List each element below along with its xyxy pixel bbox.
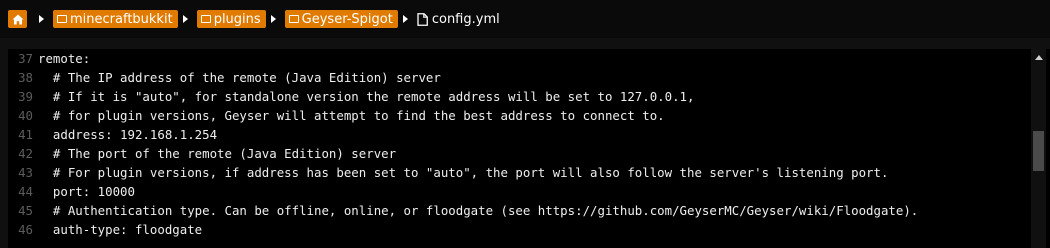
line-text[interactable]: address: 192.168.1.254 [38,127,217,142]
breadcrumb-label: plugins [213,11,261,27]
home-icon [12,14,24,25]
line-text[interactable]: # If it is "auto", for standalone versio… [38,89,695,104]
code-line: 45 # Authentication type. Can be offline… [8,201,918,220]
folder-icon [57,15,67,23]
breadcrumb-separator-icon [39,15,44,23]
breadcrumb-separator-icon [402,15,408,23]
line-number: 37 [18,51,33,66]
line-number: 38 [18,70,33,85]
vertical-scrollbar[interactable] [1031,49,1046,248]
line-text[interactable]: remote: [38,51,90,66]
breadcrumb-folder-plugins[interactable]: plugins [196,10,266,28]
file-icon [417,12,428,26]
line-number: 44 [18,184,33,199]
breadcrumb-folder-minecraftbukkit[interactable]: minecraftbukkit [53,10,178,28]
line-number: 41 [18,127,33,142]
line-text[interactable]: # The port of the remote (Java Edition) … [38,146,396,161]
line-number: 40 [18,108,33,123]
scrollbar-thumb[interactable] [1033,131,1044,171]
line-text[interactable]: # For plugin versions, if address has be… [38,165,889,180]
line-text[interactable]: # The IP address of the remote (Java Edi… [38,70,441,85]
breadcrumb-separator-icon [270,15,276,23]
code-line: 46 auth-type: floodgate [8,220,202,239]
breadcrumb-current-file: config.yml [417,12,500,27]
line-text[interactable]: auth-type: floodgate [38,222,202,237]
file-editor-page: minecraftbukkit plugins Geyser-Spigot co… [0,0,1050,248]
breadcrumb-folder-geyser-spigot[interactable]: Geyser-Spigot [284,10,398,28]
home-button[interactable] [8,10,27,28]
code-line: 41 address: 192.168.1.254 [8,125,217,144]
breadcrumb-label: Geyser-Spigot [301,11,393,27]
code-line: 43 # For plugin versions, if address has… [8,163,888,182]
line-text[interactable]: # for plugin versions, Geyser will attem… [38,108,665,123]
line-number: 42 [18,146,33,161]
code-line: 38 # The IP address of the remote (Java … [8,68,441,87]
code-line: 42 # The port of the remote (Java Editio… [8,144,396,163]
breadcrumb: minecraftbukkit plugins Geyser-Spigot co… [0,0,1050,38]
scroll-up-arrow-icon[interactable] [1035,55,1043,60]
line-number: 46 [18,222,33,237]
code-line: 40 # for plugin versions, Geyser will at… [8,106,665,125]
current-file-name: config.yml [431,11,500,27]
line-text[interactable]: # Authentication type. Can be offline, o… [38,203,918,218]
folder-icon [200,15,211,23]
line-text[interactable]: port: 10000 [38,184,135,199]
line-number: 45 [18,203,33,218]
breadcrumb-separator-icon [182,15,188,23]
code-editor[interactable]: 37 remote: 38 # The IP address of the re… [8,49,1050,248]
code-line: 39 # If it is "auto", for standalone ver… [8,87,694,106]
line-number: 43 [18,165,33,180]
folder-icon [288,15,299,23]
code-line: 37 remote: [8,49,90,68]
line-number: 39 [18,89,33,104]
code-line: 44 port: 10000 [8,182,135,201]
breadcrumb-label: minecraftbukkit [70,11,173,27]
